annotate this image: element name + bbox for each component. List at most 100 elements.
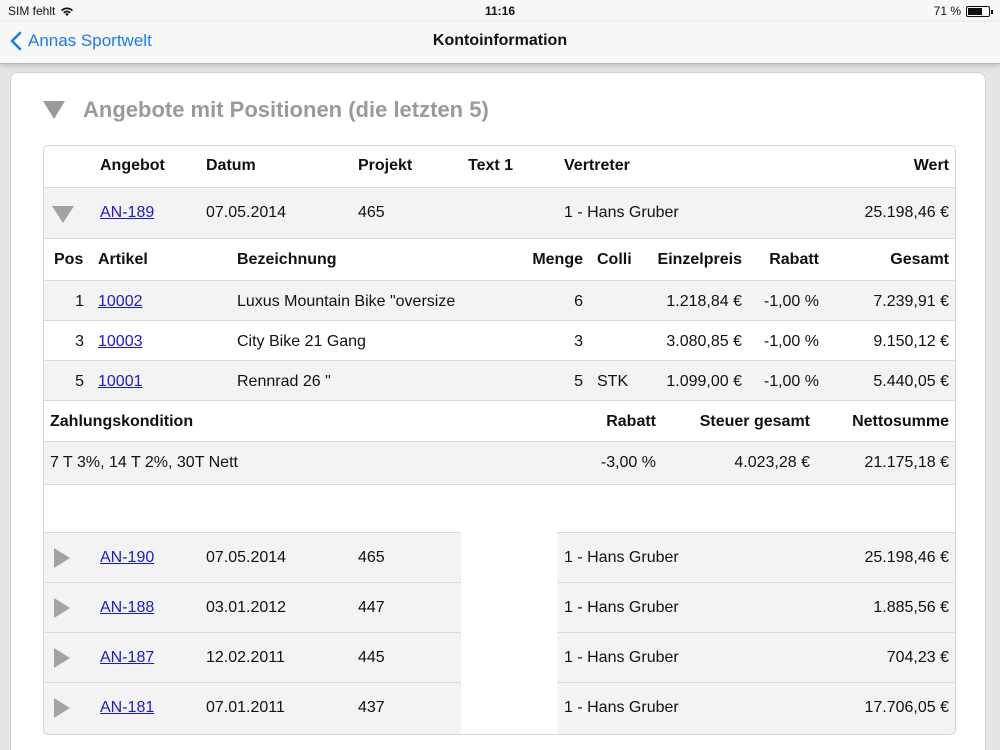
expand-triangle-icon[interactable] (54, 598, 70, 618)
col-header-netto: Nettosumme (852, 413, 949, 430)
offer-link[interactable]: AN-187 (100, 649, 154, 667)
status-bar: SIM fehlt 11:16 71 % (0, 0, 1000, 22)
expand-triangle-icon[interactable] (54, 648, 70, 668)
text1-cell (461, 632, 557, 683)
article-link[interactable]: 10003 (98, 333, 143, 351)
offer-rep: 1 - Hans Gruber (564, 549, 679, 566)
col-header-gesamt: Gesamt (890, 251, 949, 268)
position-unit-price: 1.099,00 € (666, 373, 742, 390)
position-quantity: 3 (574, 333, 583, 350)
offer-value: 25.198,46 € (864, 204, 949, 221)
position-description: City Bike 21 Gang (237, 333, 366, 350)
position-unit-price: 1.218,84 € (666, 293, 742, 310)
col-header-text1: Text 1 (468, 157, 514, 174)
col-header-angebot: Angebot (100, 157, 165, 174)
text1-cell (461, 582, 557, 633)
position-unit-price: 3.080,85 € (666, 333, 742, 350)
offers-table: Angebot Datum Projekt Text 1 Vertreter W… (43, 145, 956, 735)
col-header-projekt: Projekt (358, 157, 413, 174)
offer-row[interactable]: AN-190 07.05.2014 465 1 - Hans Gruber 25… (44, 532, 955, 583)
offer-date: 12.02.2011 (206, 649, 285, 666)
offer-date: 03.01.2012 (206, 599, 287, 616)
offer-date: 07.05.2014 (206, 204, 287, 221)
offer-rep: 1 - Hans Gruber (564, 649, 679, 666)
battery-fill (968, 7, 982, 15)
status-right: 71 % (934, 4, 993, 18)
position-row: 1 10002 Luxus Mountain Bike "oversize 6 … (44, 280, 955, 320)
offer-link[interactable]: AN-190 (100, 549, 154, 567)
offer-row[interactable]: AN-181 07.01.2011 437 1 - Hans Gruber 17… (44, 682, 955, 734)
offer-rep: 1 - Hans Gruber (564, 599, 679, 616)
offer-row[interactable]: AN-189 07.05.2014 465 1 - Hans Gruber 25… (44, 187, 955, 238)
position-total: 5.440,05 € (873, 373, 949, 390)
offer-project: 465 (358, 204, 385, 221)
offers-header-row: Angebot Datum Projekt Text 1 Vertreter W… (44, 146, 955, 187)
expand-triangle-icon[interactable] (54, 698, 70, 718)
position-pos: 1 (75, 293, 84, 310)
triangle-down-icon (43, 101, 65, 119)
col-header-artikel: Artikel (98, 251, 148, 268)
position-colli: STK (597, 373, 629, 390)
offer-project: 445 (358, 649, 385, 666)
article-link[interactable]: 10001 (98, 373, 143, 391)
summary-net-total: 21.175,18 € (864, 454, 949, 471)
position-total: 9.150,12 € (873, 333, 949, 350)
text1-cell (461, 682, 557, 734)
summary-header-row: Zahlungskondition Rabatt Steuer gesamt N… (44, 400, 955, 442)
article-link[interactable]: 10002 (98, 293, 143, 311)
battery-icon (966, 5, 993, 17)
col-header-steuer: Steuer gesamt (699, 413, 810, 430)
position-row: 3 10003 City Bike 21 Gang 3 3.080,85 € -… (44, 320, 955, 360)
offer-project: 437 (358, 699, 385, 716)
status-time: 11:16 (484, 4, 516, 18)
positions-header-row: Pos Artikel Bezeichnung Menge Colli Einz… (44, 238, 955, 280)
offer-date: 07.01.2011 (206, 699, 285, 716)
offer-value: 25.198,46 € (864, 549, 949, 566)
position-quantity: 6 (574, 293, 583, 310)
text1-cell (461, 532, 557, 583)
col-header-menge: Menge (532, 251, 583, 268)
offer-value: 17.706,05 € (864, 699, 949, 716)
position-discount: -1,00 % (763, 373, 819, 390)
col-header-rabatt: Rabatt (769, 251, 819, 268)
summary-tax-total: 4.023,28 € (734, 454, 810, 471)
col-header-vertreter: Vertreter (564, 157, 630, 174)
col-header-pos: Pos (54, 251, 84, 268)
position-total: 7.239,91 € (873, 293, 949, 310)
nav-title: Kontoinformation (432, 32, 568, 49)
offer-rep: 1 - Hans Gruber (564, 699, 679, 716)
summary-row: 7 T 3%, 14 T 2%, 30T Nett -3,00 % 4.023,… (44, 442, 955, 484)
offer-project: 447 (358, 599, 385, 616)
col-header-summary-rabatt: Rabatt (606, 413, 656, 430)
offer-link[interactable]: AN-189 (100, 204, 154, 222)
offer-rep: 1 - Hans Gruber (564, 204, 679, 221)
position-discount: -1,00 % (763, 293, 819, 310)
navigation-bar: Annas Sportwelt Kontoinformation (0, 22, 1000, 64)
offer-link[interactable]: AN-181 (100, 699, 154, 717)
col-header-einzelpreis: Einzelpreis (657, 251, 742, 268)
section-toggle[interactable]: Angebote mit Positionen (die letzten 5) (43, 97, 489, 123)
position-description: Rennrad 26 " (237, 373, 331, 390)
position-quantity: 5 (574, 373, 583, 390)
offer-value: 1.885,56 € (873, 599, 949, 616)
offer-row[interactable]: AN-188 03.01.2012 447 1 - Hans Gruber 1.… (44, 582, 955, 633)
col-header-colli: Colli (597, 251, 632, 268)
payment-terms: 7 T 3%, 14 T 2%, 30T Nett (50, 454, 238, 471)
expand-triangle-icon[interactable] (54, 548, 70, 568)
offer-date: 07.05.2014 (206, 549, 287, 566)
col-header-datum: Datum (206, 157, 256, 174)
spacer-row (44, 484, 955, 532)
position-discount: -1,00 % (763, 333, 819, 350)
offer-project: 465 (358, 549, 385, 566)
offer-row[interactable]: AN-187 12.02.2011 445 1 - Hans Gruber 70… (44, 632, 955, 683)
collapse-triangle-icon[interactable] (52, 206, 74, 223)
position-pos: 5 (75, 373, 84, 390)
position-description: Luxus Mountain Bike "oversize (237, 293, 456, 310)
section-title: Angebote mit Positionen (die letzten 5) (83, 97, 489, 122)
col-header-bezeichnung: Bezeichnung (237, 251, 337, 268)
col-header-zahlungskondition: Zahlungskondition (50, 413, 194, 430)
content-card: Angebote mit Positionen (die letzten 5) … (10, 72, 986, 750)
summary-discount: -3,00 % (600, 454, 656, 471)
position-pos: 3 (75, 333, 84, 350)
offer-link[interactable]: AN-188 (100, 599, 154, 617)
